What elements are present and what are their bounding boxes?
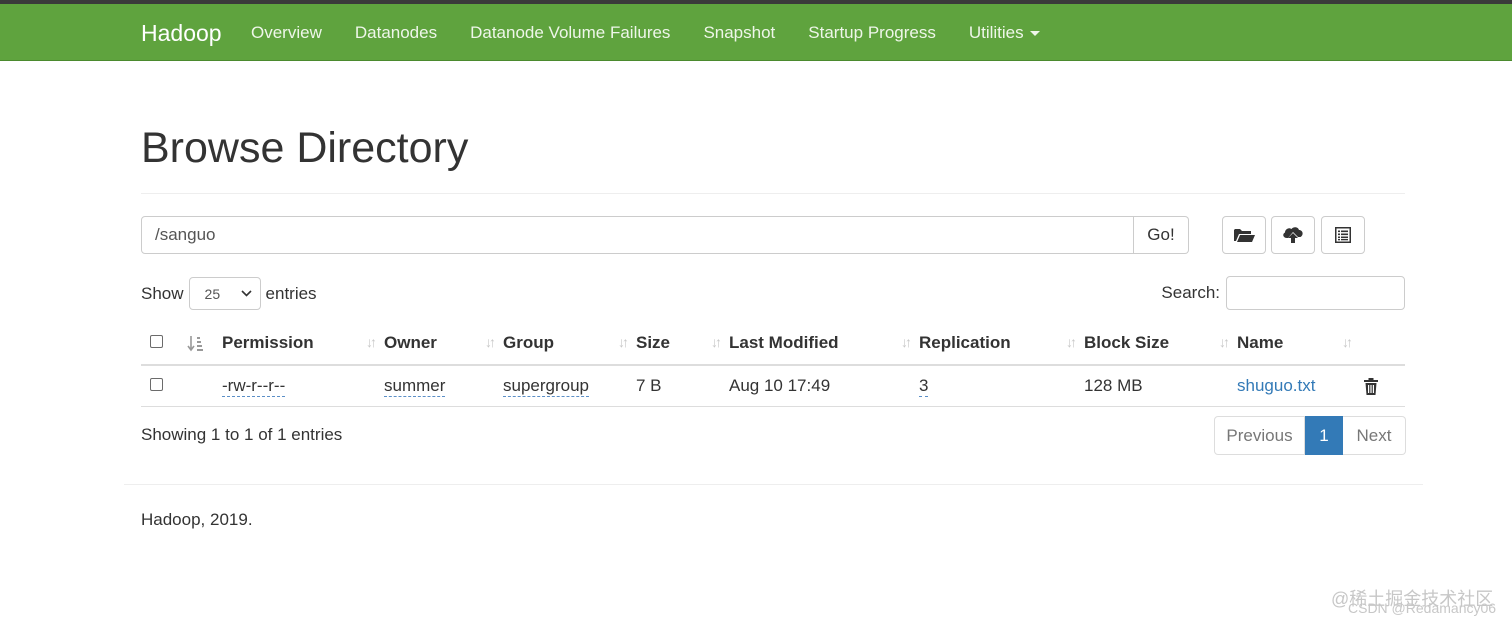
navbar-brand[interactable]: Hadoop (141, 20, 222, 47)
nav-item-overview[interactable]: Overview (251, 23, 322, 43)
page-title: Browse Directory (141, 124, 469, 172)
go-button[interactable]: Go! (1134, 216, 1189, 254)
upload-files-button[interactable] (1271, 216, 1315, 254)
header-divider (141, 193, 1405, 194)
permission-editable[interactable]: -rw-r--r-- (222, 375, 286, 397)
header-owner[interactable]: Owner ↓↑ (384, 322, 503, 366)
navbar: Hadoop Overview Datanodes Datanode Volum… (0, 4, 1512, 61)
name-cell: shuguo.txt (1237, 365, 1360, 407)
header-size-label: Size (636, 333, 671, 352)
header-permission[interactable]: Permission ↓↑ (222, 322, 384, 366)
list-alt-icon (1335, 227, 1351, 243)
file-name-link[interactable]: shuguo.txt (1237, 376, 1315, 395)
nav-item-utilities-dropdown[interactable]: Utilities (969, 23, 1040, 43)
nav-item-datanode-volume-failures[interactable]: Datanode Volume Failures (470, 23, 670, 43)
nav-item-utilities-label: Utilities (968, 22, 1024, 42)
last-modified-cell: Aug 10 17:49 (729, 365, 919, 407)
search-input[interactable] (1226, 276, 1405, 310)
entries-label: entries (265, 283, 317, 303)
sort-icon: ↓↑ (901, 334, 912, 350)
table-search-control: Search: (1161, 276, 1405, 310)
entries-per-page-select[interactable]: 25 (188, 277, 261, 310)
chevron-down-icon (240, 290, 252, 297)
group-editable[interactable]: supergroup (503, 375, 590, 397)
cut-paste-button[interactable] (1321, 216, 1365, 254)
row-select-cell (141, 365, 181, 407)
caret-down-icon (1029, 30, 1040, 36)
sort-icon: ↓↑ (366, 334, 377, 350)
row-checkbox[interactable] (150, 377, 163, 391)
header-group-label: Group (503, 333, 554, 352)
footer-text: Hadoop, 2019. (141, 510, 253, 529)
sort-amount-asc-icon (187, 335, 203, 351)
nav-item-snapshot[interactable]: Snapshot (703, 23, 775, 43)
header-permission-label: Permission (222, 333, 314, 352)
header-actions (1360, 322, 1405, 366)
sort-index-header[interactable] (181, 322, 222, 366)
file-listing-table: Permission ↓↑ Owner ↓↑ Group ↓↑ Size ↓↑ Last… (141, 322, 1405, 407)
actions-cell (1360, 365, 1405, 407)
pagination: Previous 1 Next (1214, 416, 1406, 455)
header-replication[interactable]: Replication ↓↑ (919, 322, 1084, 366)
table-header-row: Permission ↓↑ Owner ↓↑ Group ↓↑ Size ↓↑ Last… (141, 322, 1405, 366)
header-block-size[interactable]: Block Size ↓↑ (1084, 322, 1237, 366)
sort-icon: ↓↑ (711, 334, 722, 350)
path-input-group: Go! (141, 216, 1189, 254)
header-owner-label: Owner (384, 333, 437, 352)
group-cell: supergroup (503, 365, 636, 407)
header-group[interactable]: Group ↓↑ (503, 322, 636, 366)
cloud-upload-icon (1283, 227, 1303, 243)
sort-icon: ↓↑ (618, 334, 629, 350)
next-page-button[interactable]: Next (1343, 416, 1406, 455)
search-label: Search: (1161, 283, 1220, 302)
footer-divider (124, 484, 1423, 485)
table-length-control: Show 25 entries (141, 277, 317, 310)
replication-editable[interactable]: 3 (919, 375, 929, 397)
show-label: Show (141, 283, 184, 303)
nav-item-startup-progress[interactable]: Startup Progress (808, 23, 936, 43)
header-name-label: Name (1237, 333, 1284, 352)
watermark-line2: CSDN @Redamancy06 (1348, 600, 1497, 616)
replication-cell: 3 (919, 365, 1084, 407)
entries-per-page-value: 25 (204, 285, 221, 302)
header-replication-label: Replication (919, 333, 1011, 352)
sort-icon: ↓↑ (1342, 334, 1353, 350)
page-1-button[interactable]: 1 (1305, 416, 1343, 455)
permission-cell: -rw-r--r-- (222, 365, 384, 407)
table-info: Showing 1 to 1 of 1 entries (141, 425, 343, 444)
nav-item-datanodes[interactable]: Datanodes (355, 23, 437, 43)
trash-icon[interactable] (1364, 377, 1378, 395)
header-size[interactable]: Size ↓↑ (636, 322, 729, 366)
navbar-menu: Overview Datanodes Datanode Volume Failu… (251, 4, 1073, 61)
row-index-cell (181, 365, 222, 407)
previous-page-button[interactable]: Previous (1214, 416, 1305, 455)
select-all-header (141, 322, 181, 366)
header-last-modified[interactable]: Last Modified ↓↑ (729, 322, 919, 366)
sort-icon: ↓↑ (1219, 334, 1230, 350)
table-row: -rw-r--r-- summer supergroup 7 B Aug 10 … (141, 365, 1405, 407)
sort-icon: ↓↑ (485, 334, 496, 350)
create-directory-button[interactable] (1222, 216, 1266, 254)
header-name[interactable]: Name ↓↑ (1237, 322, 1360, 366)
block-size-cell: 128 MB (1084, 365, 1237, 407)
owner-editable[interactable]: summer (384, 375, 446, 397)
directory-path-input[interactable] (141, 216, 1134, 254)
select-all-checkbox[interactable] (150, 335, 163, 348)
size-cell: 7 B (636, 365, 729, 407)
folder-open-icon (1234, 229, 1255, 242)
owner-cell: summer (384, 365, 503, 407)
sort-icon: ↓↑ (1066, 334, 1077, 350)
header-block-size-label: Block Size (1084, 333, 1170, 352)
header-last-modified-label: Last Modified (729, 333, 839, 352)
